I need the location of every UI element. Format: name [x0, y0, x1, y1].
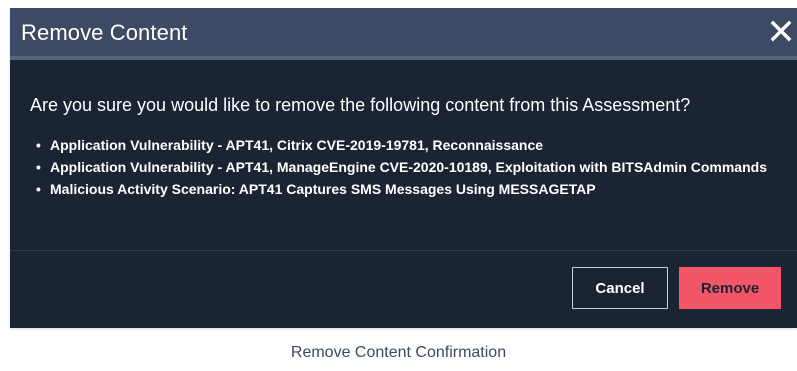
list-item: • Malicious Activity Scenario: APT41 Cap… — [36, 179, 776, 199]
bullet: • — [36, 137, 41, 153]
remove-button[interactable]: Remove — [679, 267, 781, 309]
page: Remove Content Are you sure you would li… — [0, 0, 797, 371]
list-item: • Application Vulnerability - APT41, Cit… — [36, 135, 776, 155]
figure-caption: Remove Content Confirmation — [290, 344, 507, 361]
list-item: • Application Vulnerability - APT41, Man… — [36, 157, 776, 177]
close-button[interactable] — [767, 16, 795, 46]
close-icon — [770, 20, 792, 42]
content-list: • Application Vulnerability - APT41, Cit… — [36, 135, 776, 201]
bullet: • — [36, 181, 41, 197]
list-item-label: Application Vulnerability - APT41, Citri… — [50, 137, 544, 153]
remove-content-dialog: Remove Content Are you sure you would li… — [10, 8, 797, 328]
list-item-label: Application Vulnerability - APT41, Manag… — [50, 159, 767, 175]
dialog-body: Are you sure you would like to remove th… — [10, 60, 797, 251]
dialog-header: Remove Content — [10, 8, 797, 60]
dialog-title: Remove Content — [21, 20, 188, 45]
dialog-footer: Cancel Remove — [10, 251, 797, 328]
list-item-label: Malicious Activity Scenario: APT41 Captu… — [50, 181, 596, 197]
bullet: • — [36, 159, 41, 175]
cancel-button[interactable]: Cancel — [572, 267, 668, 309]
confirmation-question: Are you sure you would like to remove th… — [30, 95, 691, 115]
